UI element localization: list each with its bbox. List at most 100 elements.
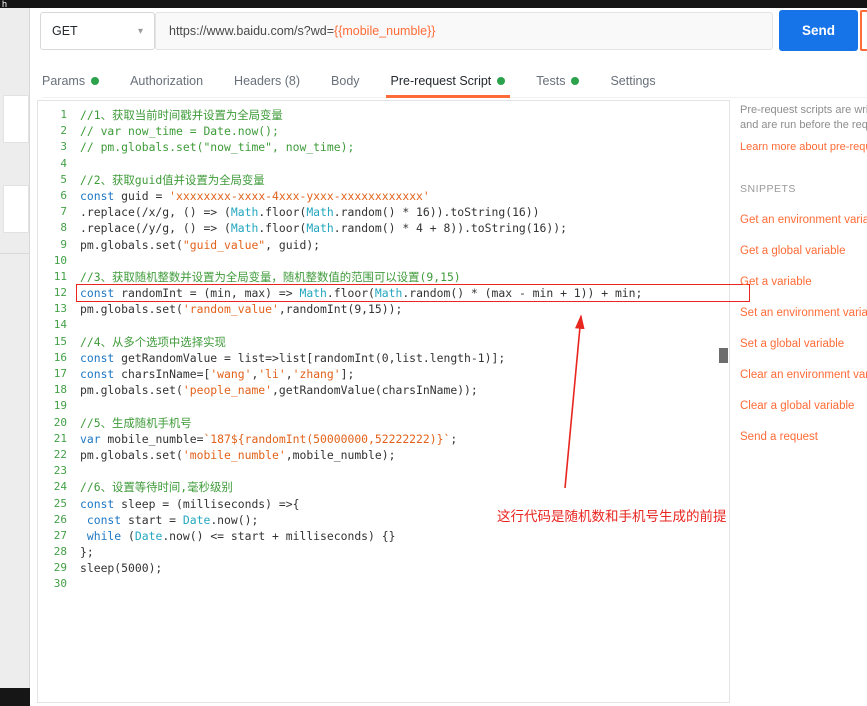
tab-label: Pre-request Script [390,73,492,88]
code-line[interactable]: }; [80,544,729,560]
line-number: 14 [53,318,67,332]
send-button[interactable]: Send [779,10,858,51]
code-line[interactable]: const getRandomValue = list=>list[random… [80,350,729,366]
code-line[interactable]: .replace(/y/g, () => (Math.floor(Math.ra… [80,220,729,236]
line-number: 11 [53,269,67,283]
tab-label: Authorization [130,73,204,88]
line-number: 19 [53,399,67,413]
code-line[interactable] [80,576,729,592]
snippet-link-get-global-variable[interactable]: Get a global variable [740,245,867,257]
green-dot [571,76,580,85]
line-number: 29 [53,561,67,575]
code-line[interactable] [80,317,729,333]
description-line: and are run before the requ [740,119,867,131]
line-number: 7 [60,205,67,219]
snippet-link-clear-global-variable[interactable]: Clear a global variable [740,400,867,412]
tab-label: Body [331,73,360,88]
editor-scrollbar-thumb[interactable] [719,348,728,363]
code-line[interactable]: //6、设置等待时间,毫秒级别 [80,479,729,495]
tab-body[interactable]: Body [331,64,360,98]
strip-panel [3,95,29,143]
line-number: 22 [53,447,67,461]
send-split-dropdown[interactable] [860,10,867,51]
snippet-link-clear-environment-variable[interactable]: Clear an environment varia [740,369,867,381]
url-input[interactable]: https://www.baidu.com/s?wd= {{mobile_numb… [155,12,773,50]
snippet-link-set-environment-variable[interactable]: Set an environment variab [740,307,867,319]
green-dot [497,76,506,85]
url-text: https://www.baidu.com/s?wd= [169,24,335,38]
annotation-text: 这行代码是随机数和手机号生成的前提 [497,509,727,524]
tab-headers[interactable]: Headers (8) [234,64,300,98]
line-number: 10 [53,253,67,267]
code-editor[interactable]: 1 2 3 4 5 6 7 8 9 10 11 12 13 14 15 16 17 18 19 20 21 22 23 24 2… [37,100,750,703]
code-line[interactable]: //5、生成随机手机号 [80,415,729,431]
tab-settings[interactable]: Settings [610,64,655,98]
line-number: 9 [60,237,67,251]
line-number: 16 [53,350,67,364]
chevron-down-icon: ▾ [137,25,143,37]
learn-more-link[interactable]: Learn more about pre-requ [740,141,867,153]
request-tabs: Params Authorization Headers (8) Body Pr… [42,64,867,98]
green-dot [91,76,100,85]
pre-request-description: Pre-request scripts are writ and are run… [740,103,867,133]
strip-panel [3,185,29,233]
strip-bottom-bar [0,688,30,706]
code-line[interactable]: //2、获取guid值并设置为全局变量 [80,172,729,188]
line-number: 4 [60,156,67,170]
method-label: GET [52,24,78,38]
line-number: 26 [53,512,67,526]
tab-tests[interactable]: Tests [536,64,580,98]
code-line[interactable]: // var now_time = Date.now(); [80,123,729,139]
code-line[interactable] [80,156,729,172]
code-line[interactable] [80,398,729,414]
code-line[interactable]: const guid = 'xxxxxxxx-xxxx-4xxx-yxxx-xx… [80,188,729,204]
line-number: 25 [53,496,67,510]
line-number: 24 [53,480,67,494]
code-line[interactable]: //4、从多个选项中选择实现 [80,334,729,350]
code-line[interactable]: var mobile_numble=`187${randomInt(500000… [80,431,729,447]
line-number: 13 [53,302,67,316]
line-number: 18 [53,383,67,397]
code-line[interactable]: pm.globals.set("guid_value", guid); [80,237,729,253]
description-line: Pre-request scripts are writ [740,104,867,116]
code-line[interactable]: sleep(5000); [80,560,729,576]
code-line[interactable]: //1、获取当前时间戳并设置为全局变量 [80,107,729,123]
code-line[interactable]: .replace(/x/g, () => (Math.floor(Math.ra… [80,204,729,220]
code-line[interactable]: const randomInt = (min, max) => Math.flo… [76,284,750,303]
snippet-link-get-environment-variable[interactable]: Get an environment variab [740,214,867,226]
line-number: 12 [53,286,67,300]
method-dropdown[interactable]: GET ▾ [40,12,155,50]
line-number: 2 [60,124,67,138]
snippet-link-send-a-request[interactable]: Send a request [740,431,867,443]
line-number: 3 [60,140,67,154]
code-line[interactable]: // pm.globals.set("now_time", now_time); [80,139,729,155]
postman-request-panel: GET ▾ https://www.baidu.com/s?wd= {{mobil… [30,8,867,706]
url-variable: {{mobile_numble}} [334,24,436,38]
code-line[interactable] [80,253,729,269]
code-line[interactable] [80,463,729,479]
line-number: 20 [53,415,67,429]
tab-authorization[interactable]: Authorization [130,64,203,98]
top-window-bar: h [0,0,867,8]
tab-pre-request-script[interactable]: Pre-request Script [385,64,511,98]
line-number: 15 [53,334,67,348]
snippet-link-get-variable[interactable]: Get a variable [740,276,867,288]
line-number: 6 [60,188,67,202]
topbar-text: h [2,0,8,8]
code-line[interactable]: pm.globals.set('mobile_numble',mobile_nu… [80,447,729,463]
code-line[interactable]: pm.globals.set('people_name',getRandomVa… [80,382,729,398]
line-number: 21 [53,431,67,445]
left-sidebar-strip [0,8,30,706]
line-number: 8 [60,221,67,235]
line-number: 27 [53,528,67,542]
divider [0,253,30,254]
code-line[interactable]: pm.globals.set('random_value',randomInt(… [80,301,729,317]
snippet-link-set-global-variable[interactable]: Set a global variable [740,338,867,350]
code-line[interactable]: while (Date.now() <= start + millisecond… [80,528,729,544]
code-line[interactable]: const charsInName=['wang','li','zhang']; [80,366,729,382]
line-number: 5 [60,172,67,186]
snippets-title: SNIPPETS [740,183,796,195]
code-line[interactable]: //3、获取随机整数并设置为全局变量，随机整数值的范围可以设置(9,15) [80,269,729,285]
tab-params[interactable]: Params [42,64,100,98]
line-number: 30 [53,577,67,591]
